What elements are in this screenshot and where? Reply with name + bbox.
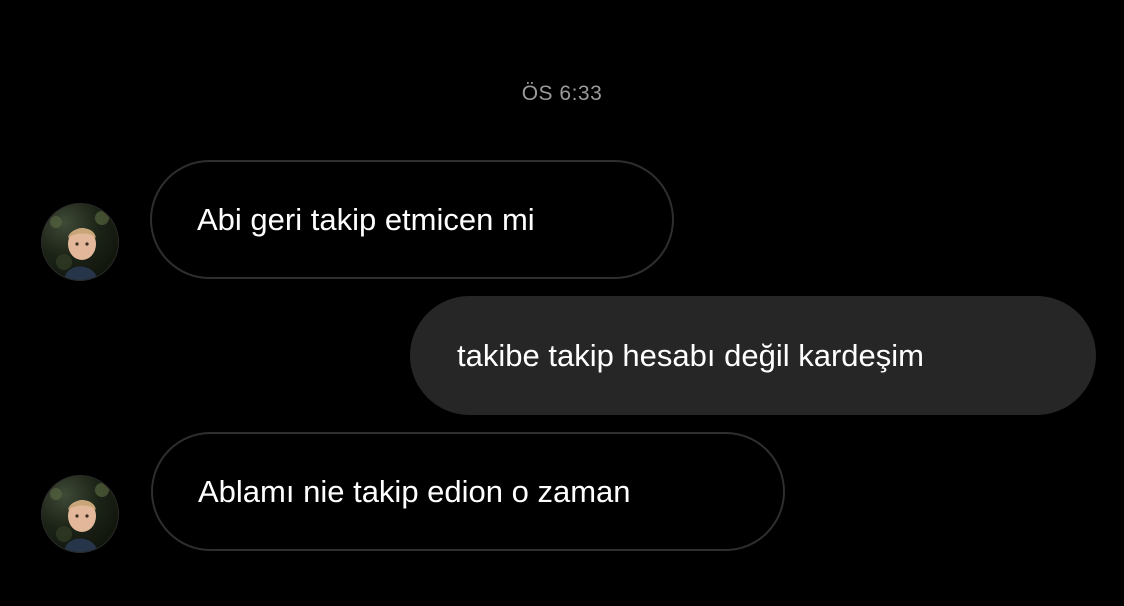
message-text: Abi geri takip etmicen mi bbox=[197, 201, 535, 237]
message-text: Ablamı nie takip edion o zaman bbox=[198, 473, 631, 509]
timestamp: ÖS 6:33 bbox=[521, 82, 603, 105]
message-text: takibe takip hesabı değil kardeşim bbox=[457, 337, 924, 373]
profile-photo-icon bbox=[50, 211, 109, 280]
message-bubble-incoming[interactable]: Abi geri takip etmicen mi bbox=[150, 160, 674, 279]
message-bubble-outgoing[interactable]: takibe takip hesabı değil kardeşim bbox=[410, 296, 1096, 415]
avatar[interactable] bbox=[41, 203, 119, 281]
avatar[interactable] bbox=[41, 475, 119, 553]
profile-photo-icon bbox=[50, 483, 109, 552]
message-bubble-incoming[interactable]: Ablamı nie takip edion o zaman bbox=[151, 432, 785, 551]
chat-thread: ÖS 6:33 Abi geri takip etmicen mi takibe… bbox=[0, 0, 1124, 606]
